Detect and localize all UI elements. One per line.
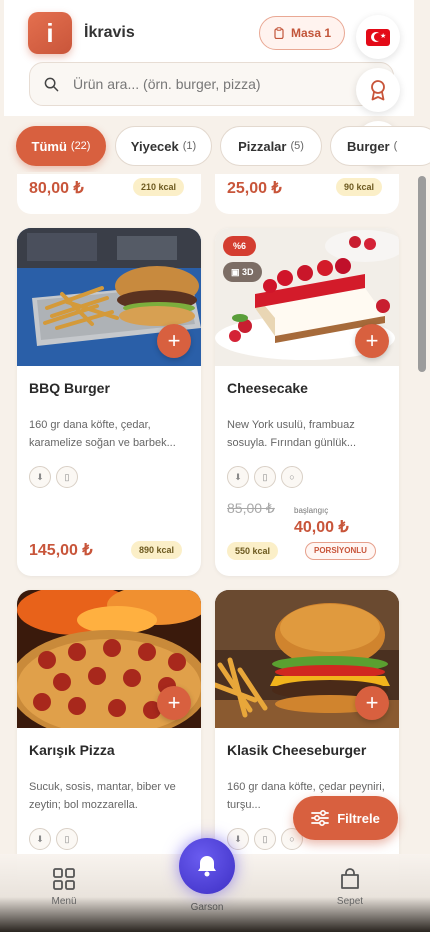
sliders-icon bbox=[311, 810, 330, 826]
award-icon bbox=[371, 80, 385, 101]
allergen-icons: ⬇ ▯ bbox=[29, 466, 78, 488]
product-name: Klasik Cheeseburger bbox=[227, 742, 367, 758]
product-card-classic-cheeseburger[interactable]: + Klasik Cheeseburger 160 gr dana köfte,… bbox=[215, 590, 399, 890]
allergen-icons: ⬇ ▯ ○ bbox=[227, 466, 303, 488]
nav-cart[interactable]: Sepet bbox=[310, 868, 390, 907]
calorie-badge: 890 kcal bbox=[131, 541, 183, 559]
product-card-cheesecake[interactable]: %6 ▣ 3D + Cheesecake New York usulü, fra… bbox=[215, 228, 399, 576]
product-price: 145,00 ₺ bbox=[29, 542, 93, 559]
table-label: Masa 1 bbox=[290, 26, 332, 40]
filter-label: Filtrele bbox=[337, 810, 380, 826]
tab-burgers[interactable]: Burger ( bbox=[330, 126, 430, 166]
call-waiter-button[interactable] bbox=[179, 838, 235, 894]
filter-button[interactable]: Filtrele bbox=[293, 796, 398, 840]
product-card-bbq-burger[interactable]: + BBQ Burger 160 gr dana köfte, çedar, k… bbox=[17, 228, 201, 576]
calorie-badge: 90 kcal bbox=[336, 178, 383, 196]
wheat-icon: ⬇ bbox=[227, 466, 249, 488]
category-tabs: Tümü (22) Yiyecek (1) Pizzalar (5) Burge… bbox=[0, 122, 430, 172]
portion-badge: PORSİYONLU bbox=[305, 542, 376, 560]
search-icon bbox=[44, 77, 59, 91]
product-card-mixed-pizza[interactable]: + Karışık Pizza Sucuk, sosis, mantar, bi… bbox=[17, 590, 201, 890]
cube-icon: ▣ bbox=[231, 267, 243, 277]
calorie-badge: 210 kcal bbox=[133, 178, 185, 196]
add-to-cart-button[interactable]: + bbox=[355, 324, 389, 358]
add-to-cart-button[interactable]: + bbox=[355, 686, 389, 720]
loyalty-button[interactable] bbox=[356, 68, 400, 112]
milk-icon: ▯ bbox=[254, 828, 276, 850]
shopping-bag-icon bbox=[341, 868, 359, 889]
scrollbar[interactable] bbox=[418, 176, 426, 372]
allergen-icons: ⬇ ▯ bbox=[29, 828, 78, 850]
discount-badge: %6 bbox=[223, 236, 257, 256]
call-waiter-label: Garson bbox=[190, 902, 224, 913]
search-input[interactable] bbox=[73, 76, 363, 92]
3d-view-badge[interactable]: ▣ 3D bbox=[223, 262, 262, 282]
old-price: 85,00 ₺ bbox=[227, 500, 275, 516]
product-name: Cheesecake bbox=[227, 380, 308, 396]
language-button[interactable]: ★ bbox=[356, 15, 400, 59]
milk-icon: ▯ bbox=[56, 828, 78, 850]
calorie-badge: 550 kcal bbox=[227, 542, 279, 560]
product-name: Karışık Pizza bbox=[29, 742, 115, 758]
app-name: İkravis bbox=[84, 24, 135, 41]
product-price: 40,00 ₺ bbox=[294, 519, 349, 536]
turkey-flag-icon: ★ bbox=[366, 28, 390, 46]
bell-icon bbox=[198, 856, 216, 877]
search-bar[interactable] bbox=[29, 62, 394, 106]
add-to-cart-button[interactable]: + bbox=[157, 686, 191, 720]
egg-icon: ○ bbox=[281, 466, 303, 488]
product-description: 160 gr dana köfte, çedar, karamelize soğ… bbox=[29, 419, 176, 449]
table-badge[interactable]: Masa 1 bbox=[259, 16, 345, 50]
nav-menu[interactable]: Menü bbox=[24, 868, 104, 907]
header: i İkravis Masa 1 bbox=[4, 0, 414, 116]
add-to-cart-button[interactable]: + bbox=[157, 324, 191, 358]
tab-pizzas[interactable]: Pizzalar (5) bbox=[220, 126, 322, 166]
grid-icon bbox=[53, 868, 75, 890]
milk-icon: ▯ bbox=[254, 466, 276, 488]
wheat-icon: ⬇ bbox=[227, 828, 249, 850]
tab-food[interactable]: Yiyecek (1) bbox=[115, 126, 212, 166]
product-price: 25,00 ₺ bbox=[227, 180, 282, 197]
product-description: New York usulü, frambuaz sosuyla. Fırınd… bbox=[227, 419, 357, 449]
clipboard-icon bbox=[274, 27, 284, 39]
milk-icon: ▯ bbox=[56, 466, 78, 488]
product-card-partial[interactable]: 25,00 ₺ 90 kcal bbox=[215, 174, 399, 214]
product-price: 80,00 ₺ bbox=[29, 180, 84, 197]
product-description: Sucuk, sosis, mantar, biber ve zeytin; b… bbox=[29, 781, 176, 811]
product-card-partial[interactable]: 80,00 ₺ 210 kcal bbox=[17, 174, 201, 214]
product-name: BBQ Burger bbox=[29, 380, 110, 396]
wheat-icon: ⬇ bbox=[29, 466, 51, 488]
wheat-icon: ⬇ bbox=[29, 828, 51, 850]
allergen-icons: ⬇ ▯ ○ bbox=[227, 828, 303, 850]
app-logo: i bbox=[28, 12, 72, 54]
tab-all[interactable]: Tümü (22) bbox=[16, 126, 106, 166]
from-label: başlangıç bbox=[294, 506, 329, 515]
